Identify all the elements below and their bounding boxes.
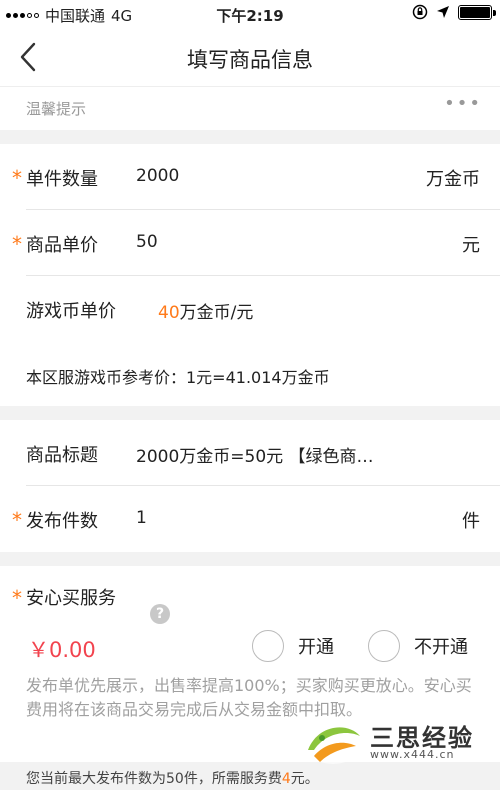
unit-price-unit: 元 [462,235,480,256]
help-icon[interactable]: ? [150,604,170,624]
enable-label[interactable]: 开通 [298,633,334,659]
publish-count-label: 发布件数 [26,511,98,532]
footer-text: 您当前最大发布件数为50件，所需服务费4元。 [26,768,319,788]
quantity-label: 单件数量 [26,169,98,190]
service-price: ￥0.00 [28,638,96,662]
service-price-row: ￥0.00 开通 不开通 [0,630,500,680]
reference-price-text: 本区服游戏币参考价：1元=41.014万金币 [26,368,330,387]
nav-bar: 填写商品信息 [0,28,500,86]
disable-label[interactable]: 不开通 [414,633,468,659]
more-icon[interactable]: ••• [444,93,482,114]
product-title-label: 商品标题 [26,445,98,466]
status-bar: 中国联通 4G 下午2:19 [0,0,500,28]
product-title-row[interactable]: 商品标题 2000万金币=50元 【绿色商… [0,420,500,486]
unit-price-input[interactable]: 50 [136,232,158,252]
required-mark: * [12,586,22,610]
required-mark: * [12,232,22,256]
required-mark: * [12,166,22,190]
publish-count-row[interactable]: * 发布件数 1 件 [0,486,500,552]
price-section: * 单件数量 2000 万金币 * 商品单价 50 元 游戏币单价 40万金币/… [0,144,500,406]
quantity-unit: 万金币 [426,169,480,190]
quantity-input[interactable]: 2000 [136,166,179,186]
watermark-logo-icon [305,724,361,764]
battery-icon [458,4,496,20]
coin-price-row: 游戏币单价 40万金币/元 [0,276,500,342]
reference-price-row: 本区服游戏币参考价：1元=41.014万金币 [0,342,500,408]
watermark: 三思经验 www.x444.cn [300,716,500,772]
publish-count-input[interactable]: 1 [136,508,147,528]
quantity-row[interactable]: * 单件数量 2000 万金币 [0,144,500,210]
coin-price-label: 游戏币单价 [26,301,116,322]
page-title: 填写商品信息 [187,48,313,72]
orientation-lock-icon [412,4,428,20]
tip-bar: 温馨提示 ••• [0,86,500,130]
required-mark: * [12,508,22,532]
footer-text-before: 您当前最大发布件数为50件，所需服务费 [26,771,282,787]
unit-price-label: 商品单价 [26,235,98,256]
tip-label: 温馨提示 [26,100,87,118]
disable-radio[interactable] [368,630,400,662]
location-arrow-icon [437,6,449,18]
footer-fee: 4 [281,771,291,787]
watermark-url: www.x444.cn [370,748,455,761]
listing-section: 商品标题 2000万金币=50元 【绿色商… * 发布件数 1 件 [0,420,500,552]
coin-price-suffix: 万金币/元 [179,303,254,323]
service-description: 发布单优先展示，出售率提高100%；买家购买更放心。安心买费用将在该商品交易完成… [26,676,472,719]
unit-price-row[interactable]: * 商品单价 50 元 [0,210,500,276]
enable-radio[interactable] [252,630,284,662]
coin-price-value: 40万金币/元 [158,298,253,323]
coin-price-number: 40 [158,303,180,323]
footer-text-after: 元。 [290,771,319,787]
product-title-input[interactable]: 2000万金币=50元 【绿色商… [136,442,374,467]
status-right [412,4,496,20]
publish-count-unit: 件 [462,511,480,532]
service-label: 安心买服务 [26,588,116,609]
